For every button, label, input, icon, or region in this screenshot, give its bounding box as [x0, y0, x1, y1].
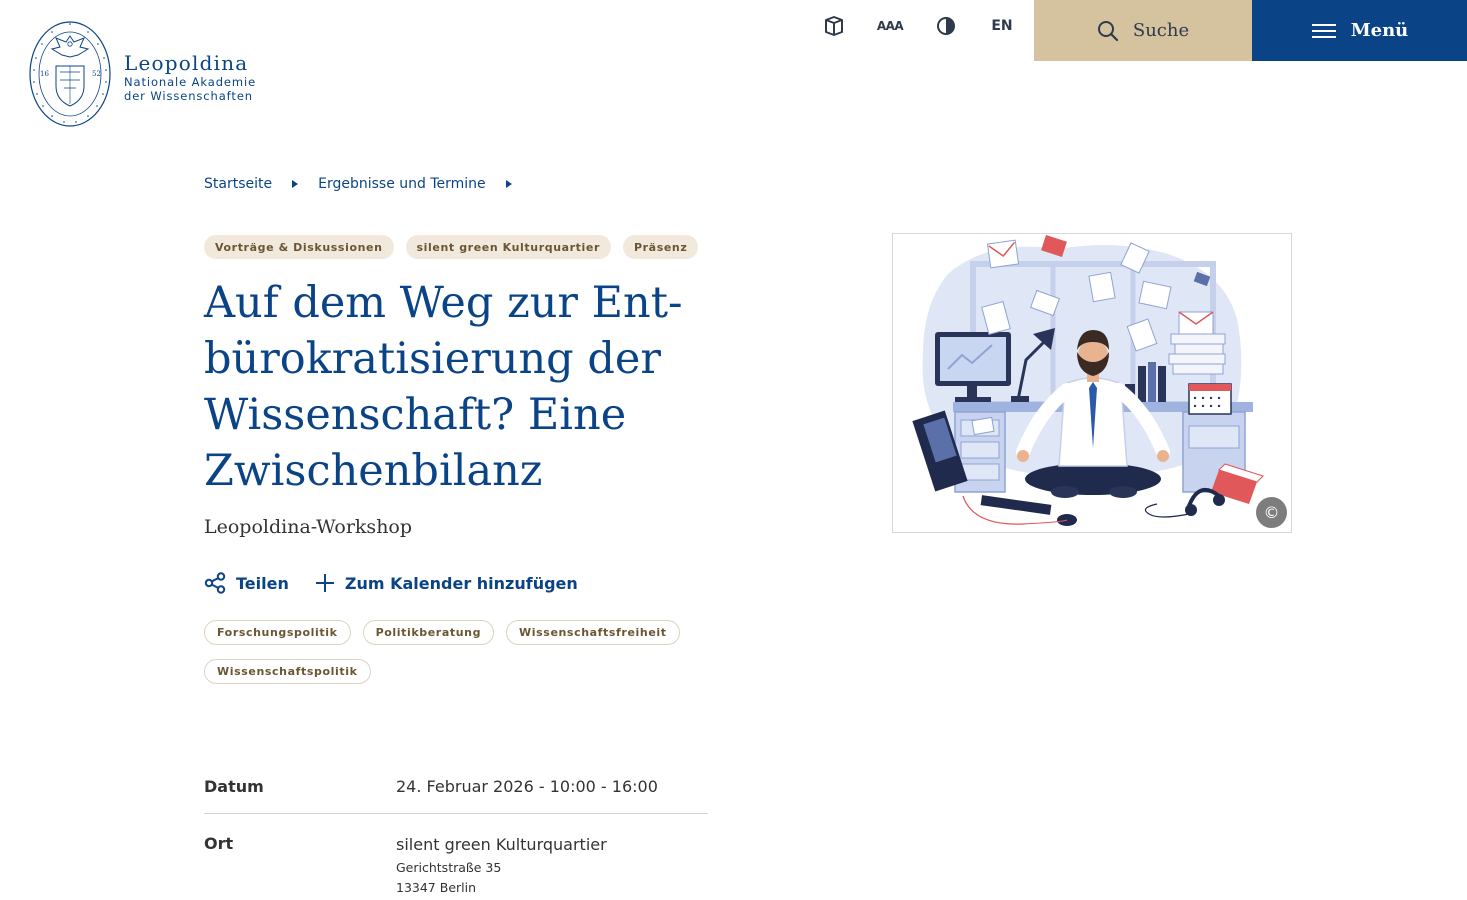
- language-switch-button[interactable]: EN: [974, 0, 1030, 52]
- category-tags: Vorträge & Diskussionen silent green Kul…: [204, 235, 699, 259]
- place-row: Ort silent green Kulturquartier Gerichts…: [204, 814, 708, 900]
- topic-tag[interactable]: Forschungspolitik: [204, 620, 351, 645]
- hamburger-icon: [1311, 23, 1336, 38]
- breadcrumb-separator-icon: [505, 180, 512, 188]
- page-subtitle: Leopoldina-Workshop: [204, 516, 413, 538]
- easy-language-button[interactable]: [806, 0, 862, 52]
- place-name: silent green Kulturquartier: [396, 835, 607, 854]
- add-to-calendar-button[interactable]: Zum Kalender hinzufügen: [315, 573, 578, 593]
- header-tools: AAA EN: [806, 0, 1030, 52]
- plus-icon: [315, 574, 334, 592]
- place-city: 13347 Berlin: [396, 880, 477, 895]
- share-label: Teilen: [236, 573, 289, 593]
- topic-tag[interactable]: Wissenschaftsfreiheit: [506, 620, 680, 645]
- date-label: Datum: [204, 777, 264, 796]
- open-book-icon: [825, 16, 843, 36]
- event-illustration: ©: [892, 233, 1292, 533]
- add-to-calendar-label: Zum Kalender hinzufügen: [344, 573, 578, 593]
- category-tag[interactable]: silent green Kulturquartier: [405, 235, 611, 259]
- language-label: EN: [991, 18, 1013, 34]
- leopoldina-logo[interactable]: 16 52 Leopoldina Nationale Akademie der …: [26, 18, 256, 130]
- image-copyright-button[interactable]: ©: [1256, 497, 1287, 528]
- search-button[interactable]: Suche: [1034, 0, 1252, 61]
- svg-text:52: 52: [92, 70, 101, 78]
- event-actions: Teilen Zum Kalender hinzufügen: [204, 572, 578, 594]
- date-row: Datum 24. Februar 2026 - 10:00 - 16:00: [204, 760, 708, 814]
- place-label: Ort: [204, 834, 234, 853]
- contrast-button[interactable]: [918, 0, 974, 52]
- breadcrumb-separator-icon: [292, 180, 299, 188]
- logo-subtitle-line1: Nationale Akademie: [124, 75, 257, 89]
- date-value: 24. Februar 2026 - 10:00 - 16:00: [396, 777, 658, 796]
- svg-text:16: 16: [40, 70, 49, 78]
- leopoldina-seal-icon: 16 52: [29, 21, 111, 127]
- topic-tags: Forschungspolitik Politikberatung Wissen…: [204, 620, 724, 684]
- font-size-label: AAA: [876, 19, 904, 33]
- share-button[interactable]: Teilen: [204, 572, 289, 594]
- event-details: Datum 24. Februar 2026 - 10:00 - 16:00 O…: [204, 760, 708, 900]
- topic-tag[interactable]: Politikberatung: [362, 620, 495, 645]
- category-tag[interactable]: Präsenz: [623, 235, 699, 259]
- contrast-icon: [937, 17, 955, 35]
- page-title: Auf dem Weg zur Ent-bürokratisierung der…: [204, 278, 683, 496]
- logo-subtitle-line2: der Wissenschaften: [124, 89, 253, 103]
- breadcrumb-home[interactable]: Startseite: [204, 176, 272, 192]
- font-size-button[interactable]: AAA: [862, 0, 918, 52]
- topic-tag[interactable]: Wissenschaftspolitik: [204, 659, 371, 684]
- place-street: Gerichtstraße 35: [396, 860, 502, 875]
- menu-button[interactable]: Menü: [1252, 0, 1467, 61]
- category-tag[interactable]: Vorträge & Diskussionen: [204, 235, 394, 259]
- share-icon: [204, 572, 226, 594]
- menu-label: Menü: [1350, 20, 1409, 41]
- search-label: Suche: [1132, 20, 1190, 41]
- breadcrumb-results-and-dates[interactable]: Ergebnisse und Termine: [318, 176, 486, 192]
- meditating-office-worker-illustration: [912, 234, 1264, 526]
- logo-text: Leopoldina Nationale Akademie der Wissen…: [124, 51, 256, 103]
- logo-name: Leopoldina: [124, 51, 249, 75]
- search-icon: [1097, 20, 1118, 41]
- breadcrumb: Startseite Ergebnisse und Termine: [204, 176, 532, 192]
